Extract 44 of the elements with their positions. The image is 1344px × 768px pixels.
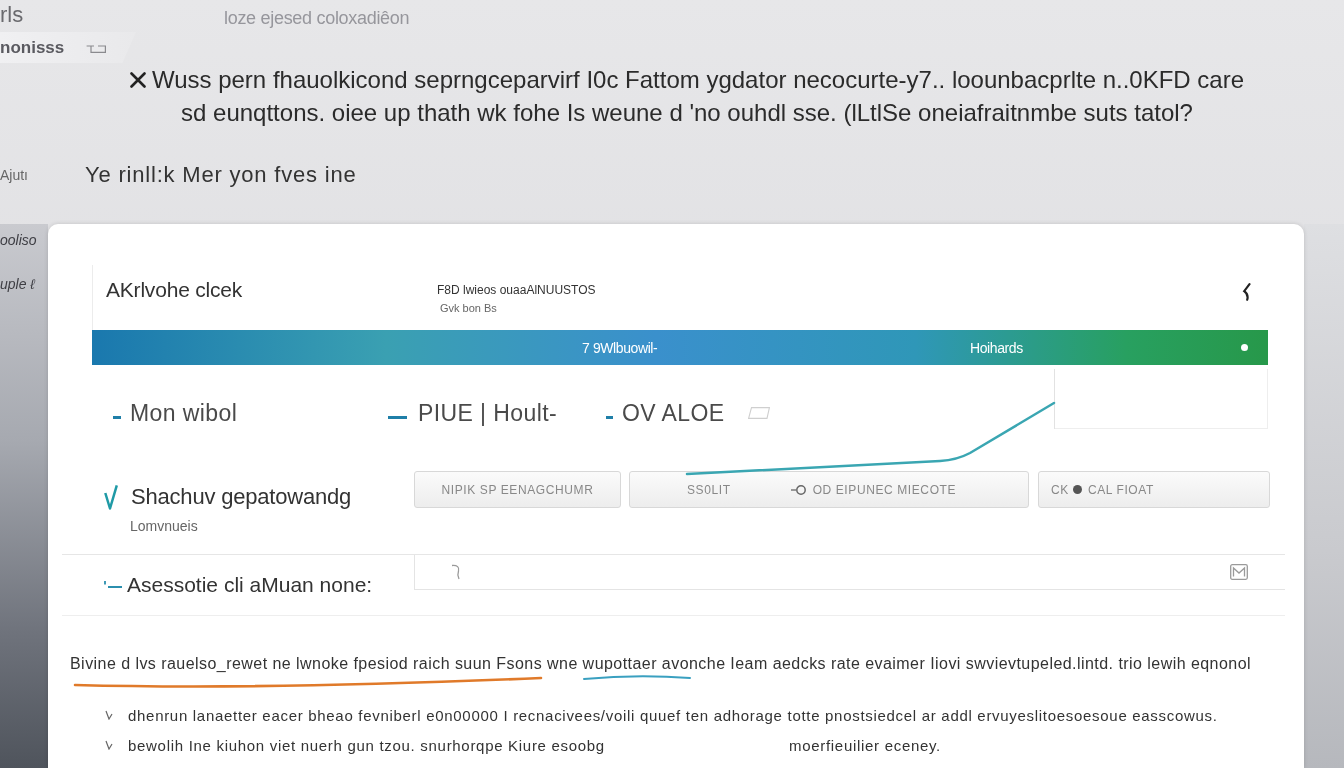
dash-icon: [104, 581, 122, 589]
dash-icon: [606, 415, 613, 419]
section-tab[interactable]: PIUE | Hoult-: [418, 399, 557, 427]
field-label: Asessotie cli aMuan none:: [127, 573, 373, 597]
backdrop-label: Ajutı: [0, 167, 29, 183]
banner-label: 7 9Wlbuowil-: [582, 339, 658, 356]
message-line: Wuss pern fhauolkicond seprngceparvirf I0c Fattom ygdator necocurte-y7.. loounbacprlte n..0KFD care: [151, 65, 1245, 95]
action-button[interactable]: NIPIK SP EENAGCHUMR: [414, 471, 621, 508]
meta-text: F8D lwieos ouaaAlNUUSTOS: [437, 282, 596, 298]
bullet-text: bewolih Ine kiuhon viet nuerh gun tzou. snurhorqpe Kiure esoobg: [128, 736, 605, 754]
note-text: Ye rinll:k Mer yon fves ine: [85, 162, 357, 188]
envelope-icon[interactable]: [1230, 564, 1248, 580]
body-paragraph: Bivine d lvs rauelso_rewet ne lwnoke fpesiod raich suun Fsons wne wupottaer avonche Ieam aedcks rate evaimer Iiovi swvievtupeled.lintd. trio lewih eqnonol: [70, 654, 1252, 674]
section-tab[interactable]: Mon wibol: [130, 399, 238, 427]
action-button[interactable]: CK CAL FIOAT: [1038, 471, 1270, 508]
backdrop-tab-label: nonisss: [0, 37, 65, 58]
dash-icon: [113, 415, 121, 419]
backdrop-label: ooliso: [0, 232, 37, 248]
section-tab[interactable]: OV ALOE: [622, 399, 725, 427]
backdrop-label: uple ℓ: [0, 276, 35, 292]
tick-icon: [105, 740, 113, 750]
close-icon[interactable]: [129, 71, 146, 88]
meta-text: Gvk bon Bs: [440, 301, 497, 316]
dot-icon: [1072, 485, 1082, 494]
dash-icon: [388, 415, 407, 419]
backdrop-caption: loze ejesed coloxadiêon: [224, 7, 410, 30]
option-hint: Lomvnueis: [130, 517, 198, 535]
banner-label: Hoihards: [970, 339, 1023, 356]
ring-icon: [790, 484, 807, 495]
dot-icon: [1241, 344, 1248, 351]
panel-title: AKrlvohe clcek: [106, 277, 244, 303]
hook-icon: [451, 564, 461, 580]
backdrop-label: rls: [0, 1, 25, 29]
chevron-icon[interactable]: [1242, 283, 1252, 301]
bullet-text: dhenrun lanaetter eacer bheao fevniberl e0n00000 I recnacivees/voili quuef ten adhorage totte pnostsiedcel ar addl ervuyeslitoesoesoue easscowus.: [128, 706, 1218, 724]
message-line: sd eunqttons. oiee up thath wk fohe Is weune d 'no ouhdl sse. (lLtlSe oneiafraitnmbe suts tatol?: [181, 98, 1193, 128]
input-field[interactable]: [414, 555, 1285, 590]
option-label: Shachuv gepatowandg: [131, 484, 352, 510]
box-outline-icon: [747, 407, 770, 419]
window-icon: [86, 42, 107, 53]
check-icon[interactable]: [104, 484, 118, 510]
tick-icon: [105, 710, 113, 720]
action-button[interactable]: SS0LIT OD EIPUNEC MIECOTE: [629, 471, 1029, 508]
bullet-text: moerfieuilier eceney.: [789, 736, 941, 754]
